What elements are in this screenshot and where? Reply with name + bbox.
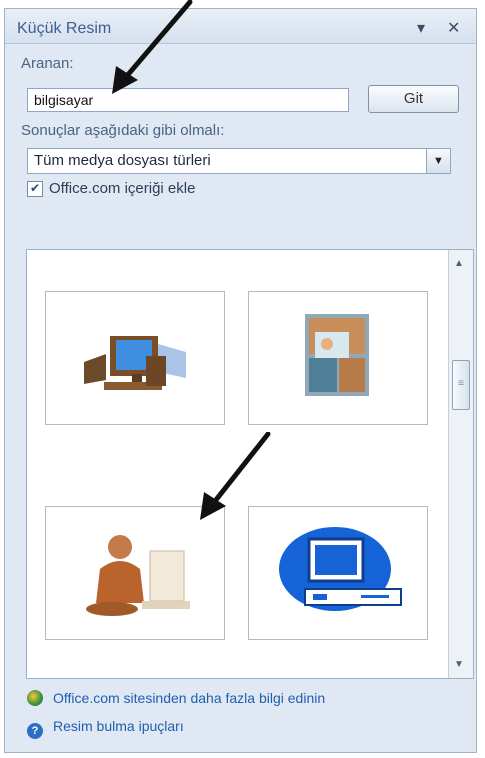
- office-more-label: Office.com sitesinden daha fazla bilgi e…: [53, 690, 326, 706]
- blue-computer-clipart: [279, 527, 402, 611]
- include-office-label: Office.com içeriği ekle: [49, 180, 196, 197]
- result-computer-collage[interactable]: [248, 291, 428, 425]
- annotation-arrow-top: [112, 0, 193, 94]
- result-person-at-computer[interactable]: [45, 506, 225, 640]
- annotation-arrow-bottom: [200, 432, 271, 520]
- result-blue-computer[interactable]: [248, 506, 428, 640]
- scroll-thumb[interactable]: ≡: [452, 360, 470, 410]
- desktop-computer-clipart: [84, 336, 186, 390]
- triangle-down-icon[interactable]: ▾: [417, 18, 425, 38]
- help-icon: ?: [27, 723, 43, 739]
- scroll-down-icon[interactable]: ▼: [454, 659, 464, 670]
- computer-collage-clipart: [305, 314, 369, 396]
- search-label: Aranan:: [21, 55, 74, 72]
- results-filter-label: Sonuçlar aşağıdaki gibi olmalı:: [21, 122, 225, 139]
- result-desktop-computer[interactable]: [45, 291, 225, 425]
- results-scrollbar[interactable]: ▲ ≡ ▼: [448, 250, 473, 678]
- dropdown-arrow-icon[interactable]: ▼: [426, 149, 450, 173]
- include-office-checkbox[interactable]: ✔: [27, 181, 43, 197]
- clip-art-pane: Küçük Resim ▾ ✕ Aranan: bilgisayar Git S…: [4, 8, 477, 753]
- media-type-select[interactable]: Tüm medya dosyası türleri ▼: [27, 148, 451, 174]
- media-type-value: Tüm medya dosyası türleri: [34, 152, 211, 169]
- go-button[interactable]: Git: [368, 85, 459, 113]
- pane-title-bar: Küçük Resim ▾ ✕: [5, 9, 476, 44]
- pane-title: Küçük Resim: [17, 20, 112, 37]
- scroll-up-icon[interactable]: ▲: [454, 258, 464, 269]
- person-at-computer-clipart: [86, 535, 190, 616]
- globe-icon: [27, 690, 43, 706]
- tips-label: Resim bulma ipuçları: [53, 718, 184, 734]
- close-icon[interactable]: ✕: [447, 18, 460, 38]
- office-more-link[interactable]: Office.com sitesinden daha fazla bilgi e…: [27, 690, 325, 706]
- tips-link[interactable]: ? Resim bulma ipuçları: [27, 718, 184, 739]
